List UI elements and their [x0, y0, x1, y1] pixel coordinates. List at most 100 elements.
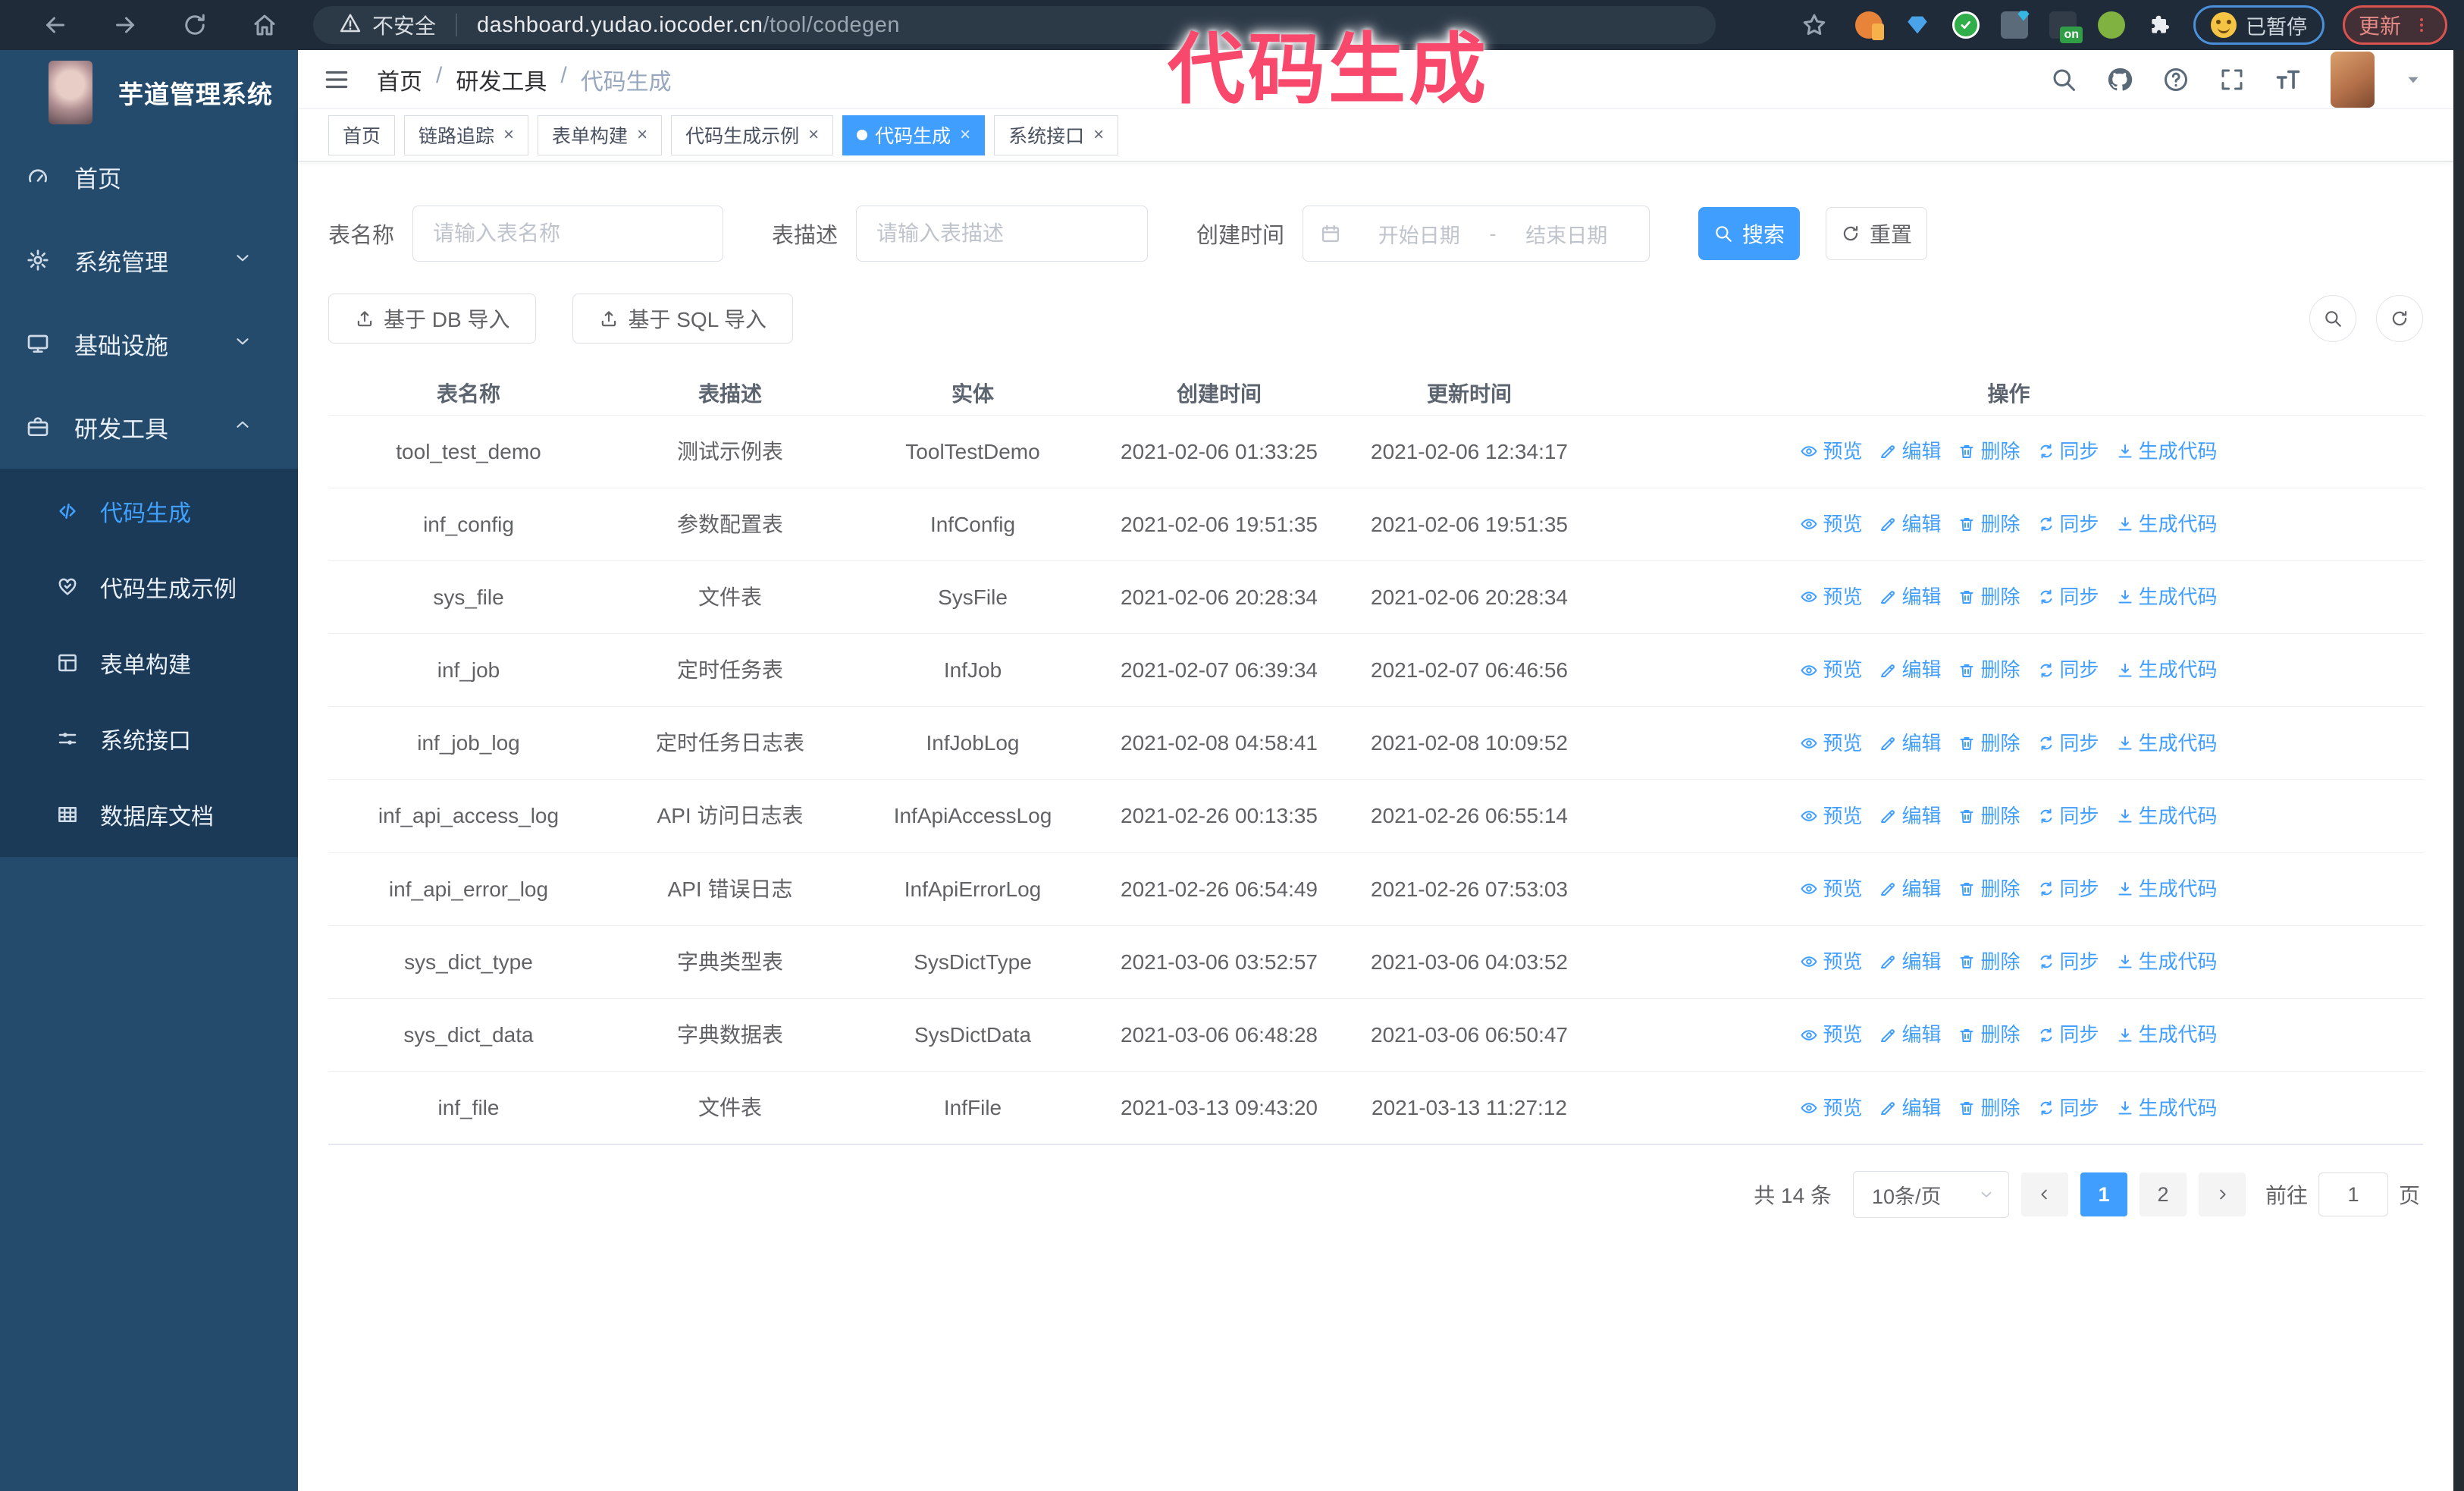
font-size-icon[interactable] [2274, 66, 2302, 93]
action-编辑[interactable]: 编辑 [1879, 802, 1941, 830]
action-同步[interactable]: 同步 [2037, 875, 2099, 902]
close-icon[interactable]: × [808, 126, 819, 144]
action-预览[interactable]: 预览 [1800, 730, 1862, 757]
toggle-search-button[interactable] [2309, 295, 2356, 342]
extension-icon[interactable] [1902, 10, 1933, 40]
action-同步[interactable]: 同步 [2037, 656, 2099, 683]
sidebar-subitem-代码生成[interactable]: 代码生成 [0, 473, 298, 549]
action-生成代码[interactable]: 生成代码 [2116, 948, 2218, 975]
action-同步[interactable]: 同步 [2037, 583, 2099, 611]
browser-update-button[interactable]: 更新 [2342, 5, 2447, 45]
action-生成代码[interactable]: 生成代码 [2116, 510, 2218, 538]
table-desc-input[interactable] [856, 206, 1149, 262]
action-编辑[interactable]: 编辑 [1879, 948, 1941, 975]
action-生成代码[interactable]: 生成代码 [2116, 583, 2218, 611]
action-预览[interactable]: 预览 [1800, 510, 1862, 538]
page-number-button[interactable]: 2 [2139, 1172, 2187, 1217]
action-生成代码[interactable]: 生成代码 [2116, 438, 2218, 465]
action-生成代码[interactable]: 生成代码 [2116, 1094, 2218, 1122]
tab-代码生成示例[interactable]: 代码生成示例 × [671, 115, 834, 155]
forward-icon[interactable] [104, 11, 146, 39]
sidebar-subitem-数据库文档[interactable]: 数据库文档 [0, 777, 298, 852]
close-icon[interactable]: × [503, 126, 514, 144]
security-label[interactable]: 不安全 [372, 10, 436, 40]
action-预览[interactable]: 预览 [1800, 1094, 1862, 1122]
action-编辑[interactable]: 编辑 [1879, 510, 1941, 538]
date-range-picker[interactable]: 开始日期 - 结束日期 [1303, 206, 1651, 262]
action-预览[interactable]: 预览 [1800, 948, 1862, 975]
action-预览[interactable]: 预览 [1800, 656, 1862, 683]
action-编辑[interactable]: 编辑 [1879, 583, 1941, 611]
action-删除[interactable]: 删除 [1958, 948, 2020, 975]
avatar-caret-icon[interactable] [2403, 70, 2423, 89]
sidebar-subitem-系统接口[interactable]: 系统接口 [0, 701, 298, 777]
hamburger-icon[interactable] [322, 65, 351, 94]
close-icon[interactable]: × [960, 126, 970, 144]
action-编辑[interactable]: 编辑 [1879, 730, 1941, 757]
goto-page-input[interactable] [2318, 1172, 2388, 1217]
tab-链路追踪[interactable]: 链路追踪 × [404, 115, 529, 155]
breadcrumb-item[interactable]: 研发工具 [456, 63, 547, 96]
github-icon[interactable] [2106, 66, 2133, 93]
action-编辑[interactable]: 编辑 [1879, 875, 1941, 902]
extension-icon[interactable]: on [2048, 10, 2083, 43]
action-同步[interactable]: 同步 [2037, 730, 2099, 757]
search-icon[interactable] [2050, 66, 2077, 93]
sidebar-item-基础设施[interactable]: 基础设施 [0, 302, 298, 385]
action-生成代码[interactable]: 生成代码 [2116, 802, 2218, 830]
extensions-puzzle-icon[interactable] [2145, 10, 2175, 40]
avatar[interactable] [2331, 51, 2375, 108]
action-删除[interactable]: 删除 [1958, 583, 2020, 611]
action-删除[interactable]: 删除 [1958, 438, 2020, 465]
extension-icon[interactable] [2096, 10, 2127, 40]
reload-icon[interactable] [174, 11, 216, 39]
action-编辑[interactable]: 编辑 [1879, 656, 1941, 683]
import-sql-button[interactable]: 基于 SQL 导入 [572, 293, 794, 344]
action-编辑[interactable]: 编辑 [1879, 1094, 1941, 1122]
tab-首页[interactable]: 首页× [328, 115, 396, 155]
action-同步[interactable]: 同步 [2037, 510, 2099, 538]
action-同步[interactable]: 同步 [2037, 1021, 2099, 1048]
action-编辑[interactable]: 编辑 [1879, 1021, 1941, 1048]
action-预览[interactable]: 预览 [1800, 875, 1862, 902]
address-bar[interactable]: 不安全 dashboard.yudao.iocoder.cn/tool/code… [313, 6, 1716, 44]
reset-button[interactable]: 重置 [1826, 207, 1928, 260]
table-name-input[interactable] [412, 206, 724, 262]
action-预览[interactable]: 预览 [1800, 1021, 1862, 1048]
home-icon[interactable] [243, 11, 286, 39]
import-db-button[interactable]: 基于 DB 导入 [328, 293, 537, 344]
page-size-select[interactable]: 10条/页 [1852, 1171, 2009, 1219]
profile-paused-badge[interactable]: 已暂停 [2193, 5, 2324, 45]
sidebar-subitem-代码生成示例[interactable]: 代码生成示例 [0, 549, 298, 625]
breadcrumb-item[interactable]: 首页 [377, 63, 422, 96]
extension-icon[interactable] [1854, 10, 1884, 40]
window-scrollbar[interactable] [2453, 50, 2464, 1491]
fullscreen-icon[interactable] [2218, 66, 2246, 93]
sidebar-item-研发工具[interactable]: 研发工具 [0, 385, 298, 469]
sidebar-item-首页[interactable]: 首页 [0, 135, 298, 218]
sidebar-item-系统管理[interactable]: 系统管理 [0, 218, 298, 302]
action-删除[interactable]: 删除 [1958, 1021, 2020, 1048]
action-删除[interactable]: 删除 [1958, 510, 2020, 538]
action-删除[interactable]: 删除 [1958, 1094, 2020, 1122]
tab-系统接口[interactable]: 系统接口 × [994, 115, 1119, 155]
action-同步[interactable]: 同步 [2037, 438, 2099, 465]
action-删除[interactable]: 删除 [1958, 875, 2020, 902]
action-生成代码[interactable]: 生成代码 [2116, 1021, 2218, 1048]
action-预览[interactable]: 预览 [1800, 438, 1862, 465]
back-icon[interactable] [34, 11, 77, 39]
close-icon[interactable]: × [1093, 126, 1104, 144]
action-生成代码[interactable]: 生成代码 [2116, 730, 2218, 757]
url-text[interactable]: dashboard.yudao.iocoder.cn/tool/codegen [477, 13, 900, 38]
prev-page-button[interactable] [2020, 1172, 2068, 1217]
page-number-button[interactable]: 1 [2080, 1172, 2127, 1217]
action-生成代码[interactable]: 生成代码 [2116, 875, 2218, 902]
app-logo[interactable]: 芋道管理系统 [0, 50, 298, 135]
close-icon[interactable]: × [637, 126, 647, 144]
action-删除[interactable]: 删除 [1958, 656, 2020, 683]
extension-icon[interactable] [1999, 10, 2030, 40]
search-button[interactable]: 搜索 [1698, 207, 1801, 260]
refresh-table-button[interactable] [2376, 295, 2423, 342]
action-同步[interactable]: 同步 [2037, 1094, 2099, 1122]
action-生成代码[interactable]: 生成代码 [2116, 656, 2218, 683]
